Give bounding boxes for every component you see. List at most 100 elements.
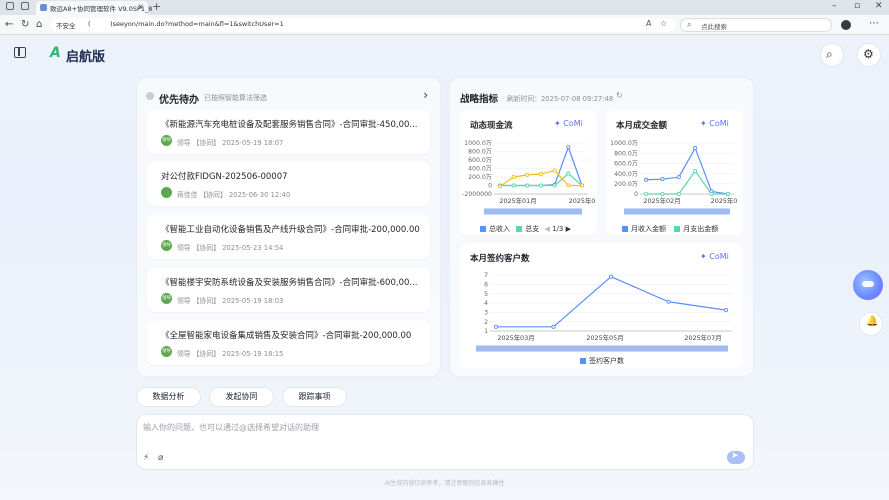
send-button[interactable]: ➤ [727, 451, 745, 464]
series-line [646, 170, 728, 195]
settings-button[interactable]: ⚙ [857, 43, 881, 67]
back-icon[interactable]: ← [5, 19, 13, 30]
legend-item[interactable]: 月支出金额 [674, 225, 718, 233]
attachment-icon[interactable]: ⌀ [158, 453, 163, 463]
home-icon[interactable]: ⌂ [36, 19, 42, 30]
refresh-time: 刷新时间：2025-07-08 09:27:48 [507, 95, 614, 103]
data-point [660, 191, 665, 197]
todo-item[interactable]: 《智能楼宇安防系统设备及安装服务销售合同》-合同审批-600,00... 领导 … [147, 268, 430, 312]
data-point [725, 191, 731, 197]
y-tick-label: 7 [484, 272, 488, 279]
x-tick-label: 2025年01月 [499, 196, 536, 205]
todo-title: 对公付款FIDGN-202506-00007 [161, 172, 288, 182]
todo-item[interactable]: 《新能源汽车充电桩设备及配套服务销售合同》-合同审批-450,00... 领导 … [147, 110, 430, 154]
y-tick-label: 3 [484, 310, 488, 317]
sender-avatar [161, 187, 172, 198]
url-field[interactable]: 不安全 ( )seeyon/main.do?method=main&fl=1&s… [50, 18, 675, 32]
data-point [497, 184, 503, 189]
legend-next-icon[interactable]: ▶ [566, 225, 571, 233]
logo-mark: A [50, 45, 61, 61]
notification-button[interactable]: 🔔 [859, 312, 883, 336]
data-point [693, 169, 698, 174]
ai-assistant-avatar[interactable] [853, 270, 883, 300]
address-bar: ← ↻ ⌂ 不安全 ( )seeyon/main.do?method=main&… [0, 15, 889, 35]
tab-close-icon[interactable]: × [137, 2, 144, 11]
todo-meta: 领导 【协同】 2025-05-19 18:07 [177, 139, 284, 147]
todo-panel-title: 优先待办 [159, 95, 199, 106]
y-tick-label: 1000.0万 [610, 140, 638, 147]
browser-profile-icon[interactable] [6, 2, 14, 10]
y-tick-label: 800.0万 [468, 149, 492, 156]
window-close-icon[interactable]: ✕ [875, 1, 883, 11]
search-placeholder: 点此搜索 [701, 23, 727, 31]
y-tick-label: 0 [488, 183, 492, 190]
search-icon: ⌕ [687, 20, 692, 29]
y-tick-label: 4 [484, 300, 488, 307]
todo-item[interactable]: 《全屋智能家电设备集成销售及安装合同》-合同审批-200,000.00 领导 领… [147, 321, 430, 365]
y-tick-label: 6 [484, 282, 488, 289]
todo-title: 《智能楼宇安防系统设备及安装服务销售合同》-合同审批-600,00... [161, 278, 418, 288]
magic-wand-icon[interactable]: ⚡ [143, 453, 149, 463]
monthly-deal-legend: 月收入金额 月支出金额 [622, 224, 718, 234]
data-point [552, 168, 557, 173]
legend-item[interactable]: 月收入金额 [622, 225, 666, 233]
data-point [693, 146, 698, 151]
todo-item[interactable]: 《智能工业自动化设备销售及产线升级合同》-合同审批-200,000.00 领导 … [147, 215, 430, 259]
zoom-slider-fill [476, 346, 728, 351]
chip-start-collab[interactable]: 发起协同 [209, 387, 274, 407]
insecure-label: 不安全 [56, 22, 76, 30]
y-tick-label: 200.0万 [468, 174, 492, 181]
x-tick-label: 2025年03月 [497, 333, 534, 342]
strategy-title: 战略指标 [460, 94, 499, 105]
chevron-right-icon[interactable]: › [423, 88, 428, 102]
signed-customers-card: 本月签约客户数 ✦ CoMi 7 6 5 4 3 2 1 2025年03月 2025年05月 20… [460, 243, 743, 368]
read-aloud-icon[interactable]: A [646, 19, 651, 28]
todo-panel-subtitle: 已按照智能算法筛选 [204, 94, 267, 102]
legend-prev-icon[interactable]: ◀ [544, 225, 549, 233]
data-point [643, 177, 649, 182]
new-tab-icon[interactable]: + [152, 0, 161, 13]
data-point [723, 308, 729, 313]
sender-avatar: 领导 [161, 346, 172, 357]
legend-item[interactable]: 总收入 [480, 225, 510, 233]
y-tick-label: 400.0万 [614, 171, 638, 178]
legend-item[interactable]: 总支 [516, 225, 539, 233]
todo-item[interactable]: 对公付款FIDGN-202506-00007 蒋佳佳 【协同】 2025-06-… [147, 162, 430, 206]
zoom-slider-fill [484, 209, 582, 214]
refresh-icon[interactable]: ↻ [616, 91, 623, 100]
priority-todo-panel: 优先待办 已按照智能算法筛选 › 《新能源汽车充电桩设备及配套服务销售合同》-合… [136, 77, 441, 377]
data-point [643, 191, 649, 197]
todo-indicator-icon [146, 92, 154, 100]
x-tick-label: 2025年05月 [586, 333, 623, 342]
cashflow-card: 动态现金流 ✦ CoMi 1000.0万 800.0万 600.0万 400.0万 20… [460, 110, 597, 235]
browser-search-field[interactable]: ⌕ 点此搜索 [680, 18, 832, 32]
data-point [566, 171, 571, 176]
sidebar-toggle-icon[interactable] [14, 47, 26, 58]
chat-input[interactable]: 输入你的问题，也可以通过@选择希望对话的助理 ⚡ ⌀ ➤ [136, 414, 754, 470]
legend-item[interactable]: 签约客户数 [580, 357, 624, 365]
y-tick-label: 600.0万 [614, 161, 638, 168]
chip-track-items[interactable]: 跟踪事项 [282, 387, 347, 407]
monthly-deal-card: 本月成交金额 ✦ CoMi 1000.0万 800.0万 600.0万 400.0万 2… [606, 110, 743, 235]
y-tick-label: 5 [484, 291, 488, 298]
minimize-icon[interactable]: – [832, 1, 837, 11]
more-menu-icon[interactable]: ⋯ [869, 18, 879, 29]
profile-avatar[interactable] [841, 20, 851, 30]
search-button[interactable]: ⌕ [820, 43, 844, 67]
data-point [493, 324, 499, 329]
ai-disclaimer: AI生成内容仅供参考，请注意甄别信息准确性 [384, 480, 505, 487]
data-point [676, 175, 681, 180]
favorite-star-icon[interactable]: ☆ [660, 19, 667, 28]
browser-tab[interactable]: 致远A8+协同管理软件 V9.0SP1_8 × [36, 1, 152, 15]
cashflow-legend: 总收入 总支 ◀ 1/3 ▶ [480, 224, 571, 234]
maximize-icon[interactable]: ▫ [854, 1, 860, 11]
url-text: ( )seeyon/main.do?method=main&fl=1&switc… [88, 20, 284, 28]
logo-text: 启航版 [66, 50, 106, 65]
data-point [525, 172, 530, 177]
y-tick-label: 200.0万 [614, 181, 638, 188]
y-tick-label: 800.0万 [614, 150, 638, 157]
chip-data-analysis[interactable]: 数据分析 [136, 387, 201, 407]
tab-actions-icon[interactable] [21, 2, 29, 10]
sender-avatar: 领导 [161, 293, 172, 304]
refresh-icon[interactable]: ↻ [21, 19, 29, 30]
